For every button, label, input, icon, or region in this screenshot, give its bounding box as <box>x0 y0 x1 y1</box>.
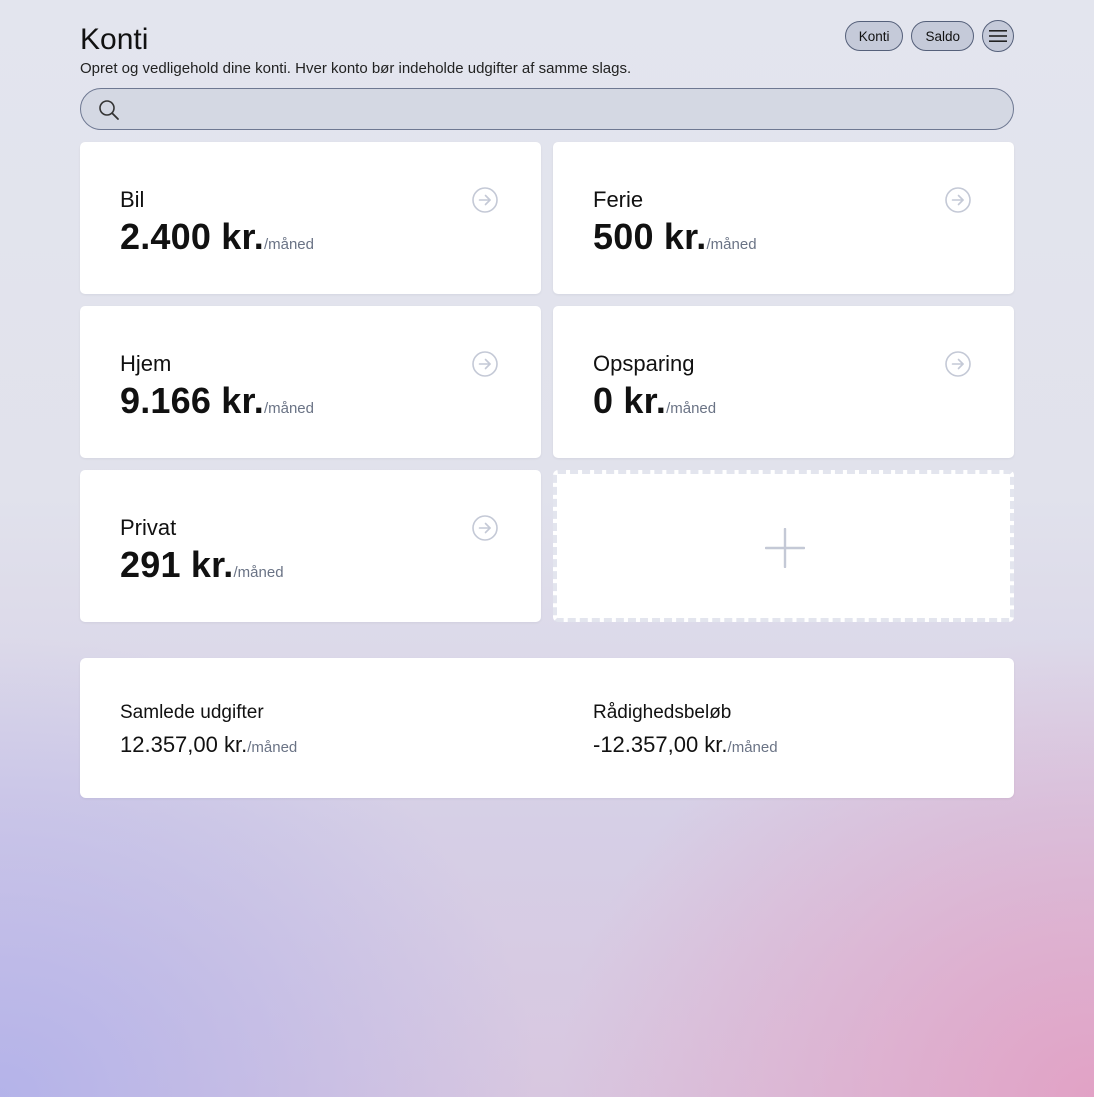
account-amount: 2.400 kr./måned <box>120 216 314 258</box>
page-subtitle: Opret og vedligehold dine konti. Hver ko… <box>80 60 632 77</box>
search-icon <box>99 100 119 120</box>
account-card-opsparing[interactable]: Opsparing 0 kr./måned <box>553 306 1014 458</box>
search-bar <box>80 88 1014 131</box>
available-amount-label: Rådighedsbeløb <box>593 702 732 723</box>
search-input[interactable] <box>131 89 995 131</box>
account-amount-period: /måned <box>263 400 314 417</box>
account-amount-period: /måned <box>706 236 757 253</box>
nav-saldo-button[interactable]: Saldo <box>911 21 974 51</box>
arrow-right-circle-icon[interactable] <box>471 350 499 378</box>
account-name: Privat <box>120 515 177 540</box>
account-amount: 500 kr./måned <box>593 216 757 258</box>
top-nav: Konti Saldo <box>844 20 1014 52</box>
account-amount-value: 500 kr. <box>593 216 707 257</box>
nav-konti-button[interactable]: Konti <box>844 21 904 51</box>
summary-panel: Samlede udgifter 12.357,00 kr./måned Råd… <box>80 658 1014 798</box>
arrow-right-circle-icon[interactable] <box>944 350 972 378</box>
account-name: Opsparing <box>593 351 695 376</box>
account-amount-period: /måned <box>233 564 284 581</box>
account-amount-value: 291 kr. <box>120 544 234 585</box>
available-amount: Rådighedsbeløb -12.357,00 kr./måned <box>593 702 778 761</box>
total-expenses: Samlede udgifter 12.357,00 kr./måned <box>120 702 297 761</box>
account-amount-period: /måned <box>263 236 314 253</box>
hamburger-menu-icon <box>989 30 1007 42</box>
account-card-hjem[interactable]: Hjem 9.166 kr./måned <box>80 306 541 458</box>
arrow-right-circle-icon[interactable] <box>944 186 972 214</box>
account-amount: 9.166 kr./måned <box>120 380 314 422</box>
account-amount-period: /måned <box>666 400 717 417</box>
arrow-right-circle-icon[interactable] <box>471 186 499 214</box>
account-name: Bil <box>120 187 145 212</box>
total-expenses-period: /måned <box>247 739 298 756</box>
account-amount: 291 kr./måned <box>120 544 284 586</box>
available-amount-value: -12.357,00 kr. <box>593 732 728 757</box>
account-name: Hjem <box>120 351 172 376</box>
account-amount: 0 kr./måned <box>593 380 716 422</box>
page-title: Konti <box>80 23 149 56</box>
total-expenses-value: 12.357,00 kr. <box>120 732 248 757</box>
available-amount-period: /måned <box>727 739 778 756</box>
available-amount-amount: -12.357,00 kr./måned <box>593 732 778 761</box>
plus-icon <box>765 528 805 568</box>
add-account-button[interactable] <box>553 470 1014 622</box>
account-card-privat[interactable]: Privat 291 kr./måned <box>80 470 541 622</box>
account-amount-value: 2.400 kr. <box>120 216 264 257</box>
total-expenses-label: Samlede udgifter <box>120 702 264 723</box>
account-name: Ferie <box>593 187 644 212</box>
account-amount-value: 0 kr. <box>593 380 667 421</box>
account-card-bil[interactable]: Bil 2.400 kr./måned <box>80 142 541 294</box>
account-amount-value: 9.166 kr. <box>120 380 264 421</box>
menu-button[interactable] <box>982 20 1014 52</box>
total-expenses-amount: 12.357,00 kr./måned <box>120 732 297 761</box>
account-card-ferie[interactable]: Ferie 500 kr./måned <box>553 142 1014 294</box>
arrow-right-circle-icon[interactable] <box>471 514 499 542</box>
